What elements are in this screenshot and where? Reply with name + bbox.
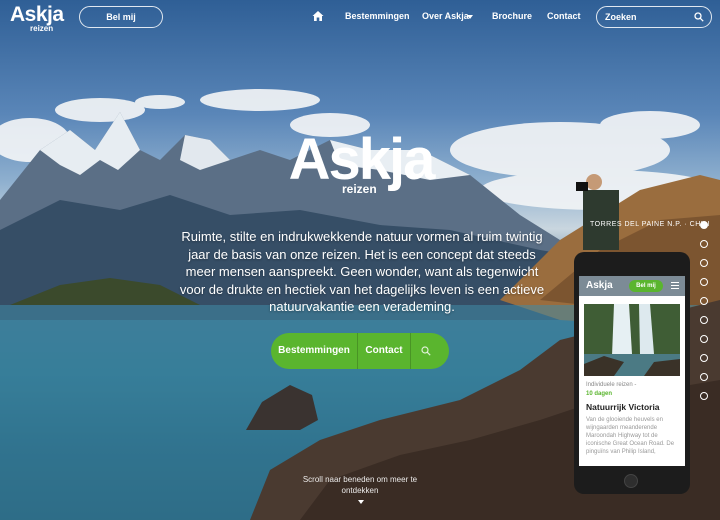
phone-home-button [624,474,638,488]
slide-dot[interactable] [700,335,708,343]
trip-title: Natuurrijk Victoria [586,402,660,412]
slide-dot[interactable] [700,316,708,324]
search-input[interactable] [605,9,689,24]
search-box [596,6,712,28]
search-icon[interactable] [421,346,431,356]
photo-location: TORRES DEL PAINE N.P. · CHILI [590,221,711,228]
nav-link-about[interactable]: Over Askja [422,11,469,21]
slide-dot[interactable] [700,354,708,362]
hero-brand: Askja reizen [0,127,720,197]
logo-subtext: reizen [30,24,54,33]
site-logo[interactable]: Askja reizen [10,3,64,33]
waterfall-image [584,304,680,376]
hero-title: Askja [288,127,436,192]
slide-dot[interactable] [700,392,708,400]
slide-dot[interactable] [700,221,708,229]
hero-cta-group: Bestemmingen Contact [271,333,449,369]
nav-link-brochure[interactable]: Brochure [492,11,532,21]
slide-dot[interactable] [700,278,708,286]
cta-destinations-button[interactable]: Bestemmingen [271,333,357,369]
trip-description: Van de glooiende heuvels en wijngaarden … [586,417,675,455]
search-icon[interactable] [694,12,704,22]
slide-dot[interactable] [700,240,708,248]
slide-pagination [700,221,712,411]
trip-type: Individuele reizen - [586,382,637,388]
call-me-button[interactable]: Bel mij [79,6,163,28]
hero-subtitle: reizen [342,182,377,196]
phone-mockup: Askja Bel mij Individuele reizen - 10 da… [574,252,690,494]
cta-divider [410,333,411,369]
phone-screen: Askja Bel mij Individuele reizen - 10 da… [579,276,685,466]
scroll-hint[interactable]: Scroll naar beneden om meer te ontdekken [300,474,420,496]
phone-call-button: Bel mij [629,280,663,292]
slide-dot[interactable] [700,259,708,267]
chevron-down-icon[interactable] [358,500,364,504]
chevron-down-icon[interactable] [467,15,473,19]
top-navigation: Askja reizen Bel mij Bestemmingen Over A… [0,0,720,34]
logo-text: Askja [10,3,64,26]
nav-link-contact[interactable]: Contact [547,11,581,21]
slide-dot[interactable] [700,373,708,381]
trip-duration: 10 dagen [586,391,613,397]
hero-intro-text: Ruimte, stilte en indrukwekkende natuur … [179,229,545,314]
slide-dot[interactable] [700,297,708,305]
cta-contact-button[interactable]: Contact [358,333,410,369]
phone-header: Askja Bel mij [579,276,685,296]
phone-logo: Askja [586,280,613,291]
nav-link-destinations[interactable]: Bestemmingen [345,11,410,21]
hamburger-icon [671,282,679,291]
home-icon[interactable] [312,10,324,22]
